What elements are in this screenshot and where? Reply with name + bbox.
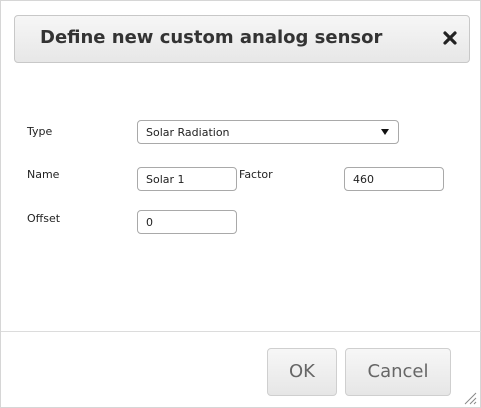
cancel-button[interactable]: Cancel [345,348,451,396]
name-input[interactable] [137,167,237,191]
dialog-title: Define new custom analog sensor [40,27,383,48]
type-select-value: Solar Radiation [146,126,230,139]
offset-input[interactable] [137,210,237,234]
offset-label: Offset [27,212,61,225]
ok-button[interactable]: OK [267,348,337,396]
custom-analog-sensor-dialog: Define new custom analog sensor Type Sol… [0,0,481,408]
resize-handle-icon[interactable] [463,390,477,405]
dropdown-arrow-icon [381,129,389,135]
name-label: Name [27,168,60,181]
close-icon[interactable] [439,27,461,49]
type-select[interactable]: Solar Radiation [137,120,399,144]
dialog-titlebar[interactable]: Define new custom analog sensor [14,15,470,63]
factor-label: Factor [239,168,273,181]
factor-input[interactable] [344,167,444,191]
footer-divider [1,331,481,332]
type-label: Type [27,125,53,138]
